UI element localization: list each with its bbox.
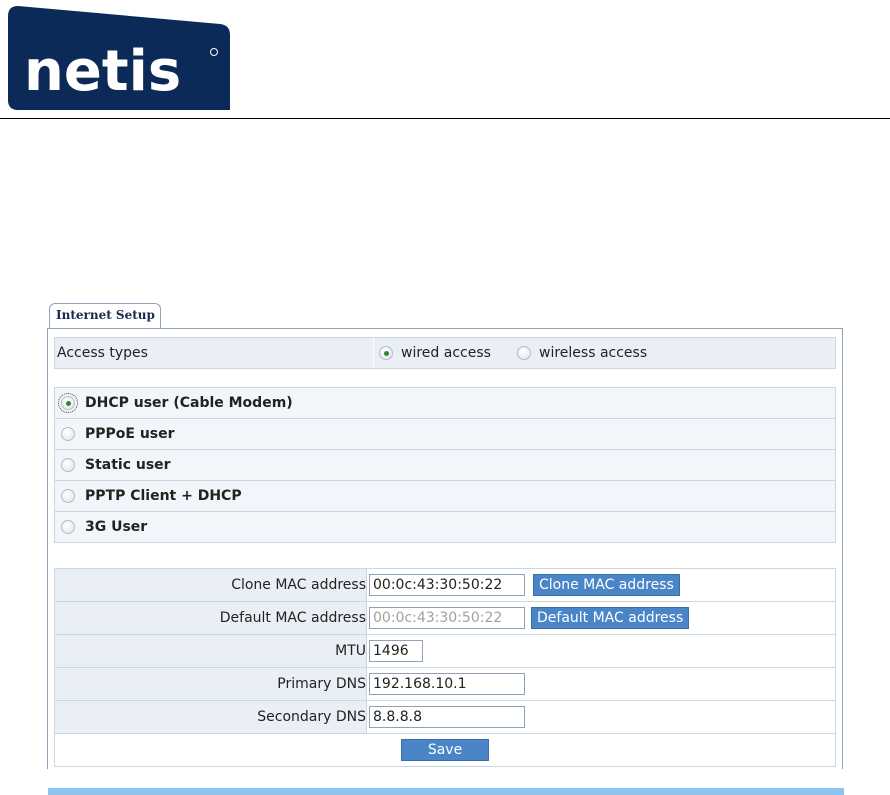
pppoe-radio[interactable]: [61, 427, 75, 441]
connection-type-3g[interactable]: 3G User: [55, 512, 835, 542]
wired-access-label: wired access: [401, 345, 491, 361]
default-mac-label: Default MAC address: [55, 602, 367, 634]
connection-type-dhcp[interactable]: DHCP user (Cable Modem): [55, 388, 835, 419]
wired-access-radio[interactable]: [379, 346, 393, 360]
dhcp-radio[interactable]: [58, 393, 78, 413]
access-types-label: Access types: [55, 338, 374, 368]
connection-type-pppoe[interactable]: PPPoE user: [55, 419, 835, 450]
primary-dns-input[interactable]: [369, 673, 525, 695]
mtu-label: MTU: [55, 635, 367, 667]
connection-type-label: PPTP Client + DHCP: [85, 488, 242, 504]
panel-frame: Access types wired access wireless acces…: [47, 328, 844, 795]
secondary-dns-row: Secondary DNS: [55, 701, 835, 734]
default-mac-row: Default MAC address Default MAC address: [55, 602, 835, 635]
secondary-dns-input[interactable]: [369, 706, 525, 728]
default-mac-button[interactable]: Default MAC address: [531, 607, 690, 629]
clone-mac-button[interactable]: Clone MAC address: [533, 574, 680, 596]
connection-type-list: DHCP user (Cable Modem) PPPoE user Stati…: [54, 387, 836, 543]
svg-text:netis: netis: [24, 39, 181, 104]
connection-type-label: 3G User: [85, 519, 148, 535]
tab-internet-setup[interactable]: Internet Setup: [49, 303, 161, 329]
static-radio[interactable]: [61, 458, 75, 472]
connection-type-label: PPPoE user: [85, 426, 175, 442]
connection-type-label: DHCP user (Cable Modem): [85, 395, 293, 411]
save-row: Save: [55, 734, 835, 766]
wireless-access-option[interactable]: wireless access: [517, 338, 647, 368]
mtu-input[interactable]: [369, 640, 423, 662]
primary-dns-label: Primary DNS: [55, 668, 367, 700]
clone-mac-row: Clone MAC address Clone MAC address: [55, 569, 835, 602]
pptp-radio[interactable]: [61, 489, 75, 503]
wireless-access-label: wireless access: [539, 345, 648, 361]
header-divider: [0, 118, 890, 119]
wired-access-option[interactable]: wired access: [379, 338, 491, 368]
wireless-access-radio[interactable]: [517, 346, 531, 360]
default-mac-input: [369, 607, 525, 629]
panel-bottom-bar: [48, 788, 844, 795]
primary-dns-row: Primary DNS: [55, 668, 835, 701]
internet-setup-panel: Internet Setup Access types wired access…: [47, 303, 844, 795]
connection-type-pptp[interactable]: PPTP Client + DHCP: [55, 481, 835, 512]
clone-mac-input[interactable]: [369, 574, 525, 596]
3g-radio[interactable]: [61, 520, 75, 534]
dhcp-settings-form: Clone MAC address Clone MAC address Defa…: [54, 568, 836, 767]
mtu-row: MTU: [55, 635, 835, 668]
connection-type-static[interactable]: Static user: [55, 450, 835, 481]
access-types-row: Access types wired access wireless acces…: [54, 337, 836, 369]
connection-type-label: Static user: [85, 457, 171, 473]
save-button[interactable]: Save: [401, 739, 489, 761]
netis-logo: netis: [8, 6, 230, 110]
secondary-dns-label: Secondary DNS: [55, 701, 367, 733]
clone-mac-label: Clone MAC address: [55, 569, 367, 601]
